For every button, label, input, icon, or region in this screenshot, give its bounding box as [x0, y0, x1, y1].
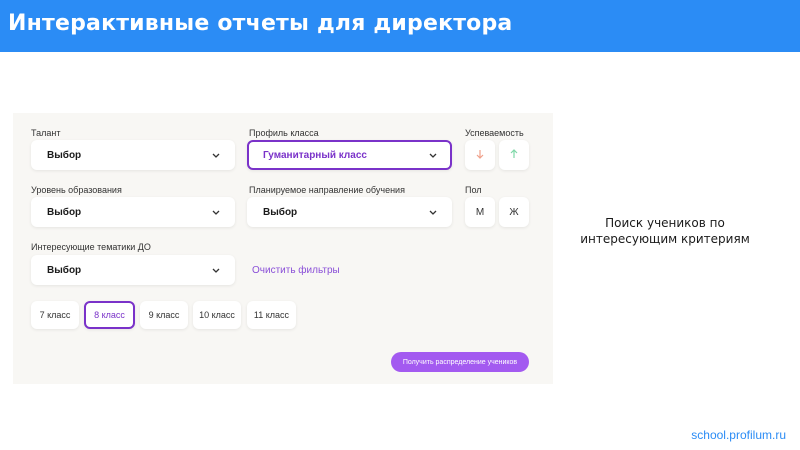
grade-9-button[interactable]: 9 класс — [140, 301, 188, 329]
arrow-down-icon — [476, 149, 484, 162]
topics-select[interactable]: Выбор — [31, 255, 235, 285]
profile-select-value: Гуманитарный класс — [263, 149, 367, 161]
talent-select[interactable]: Выбор — [31, 140, 235, 170]
header-bar: Интерактивные отчеты для директора — [0, 0, 800, 52]
education-level-select-value: Выбор — [47, 206, 82, 218]
profile-label: Профиль класса — [249, 128, 319, 138]
topics-select-value: Выбор — [47, 264, 82, 276]
education-level-label: Уровень образования — [31, 185, 122, 195]
gender-label: Пол — [465, 185, 482, 195]
chevron-down-icon — [211, 150, 221, 160]
footer-url: school.profilum.ru — [691, 428, 786, 442]
talent-label: Талант — [31, 128, 61, 138]
topics-label: Интересующие тематики ДО — [31, 242, 151, 252]
performance-label: Успеваемость — [465, 128, 524, 138]
chevron-down-icon — [211, 265, 221, 275]
performance-up-button[interactable] — [499, 140, 529, 170]
caption-line: интересующим критериям — [580, 232, 750, 246]
direction-select-value: Выбор — [263, 206, 298, 218]
grade-8-button[interactable]: 8 класс — [84, 301, 135, 329]
chevron-down-icon — [428, 150, 438, 160]
clear-filters-link[interactable]: Очистить фильтры — [252, 265, 340, 276]
chevron-down-icon — [211, 207, 221, 217]
performance-down-button[interactable] — [465, 140, 495, 170]
profile-select[interactable]: Гуманитарный класс — [247, 140, 452, 170]
get-distribution-button[interactable]: Получить распределение учеников — [391, 352, 529, 372]
gender-female-button[interactable]: Ж — [499, 197, 529, 227]
caption-line: Поиск учеников по — [605, 216, 725, 230]
grade-10-button[interactable]: 10 класс — [193, 301, 241, 329]
slide-caption: Поиск учеников по интересующим критериям — [560, 215, 770, 247]
gender-male-button[interactable]: М — [465, 197, 495, 227]
direction-select[interactable]: Выбор — [247, 197, 452, 227]
slide-title: Интерактивные отчеты для директора — [8, 11, 513, 36]
grade-7-button[interactable]: 7 класс — [31, 301, 79, 329]
arrow-up-icon — [510, 148, 518, 162]
grade-11-button[interactable]: 11 класс — [247, 301, 296, 329]
talent-select-value: Выбор — [47, 149, 82, 161]
chevron-down-icon — [428, 207, 438, 217]
education-level-select[interactable]: Выбор — [31, 197, 235, 227]
direction-label: Планируемое направление обучения — [249, 185, 405, 195]
